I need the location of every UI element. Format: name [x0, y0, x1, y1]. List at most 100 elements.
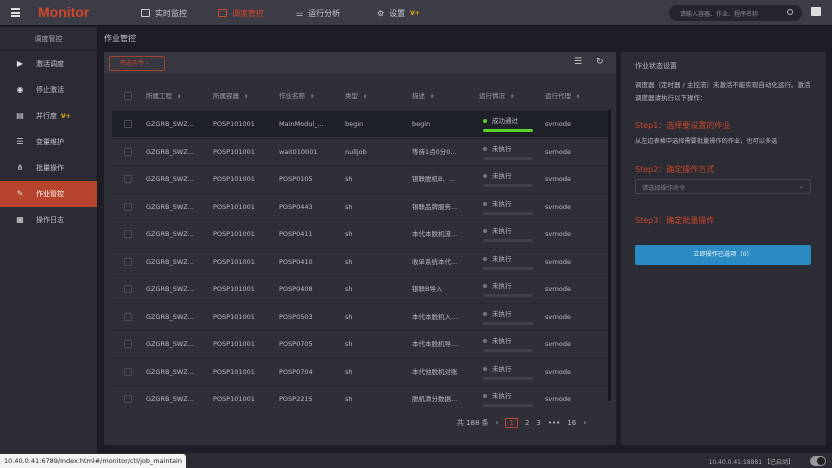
cell-agent: svrnode — [545, 340, 572, 348]
row-checkbox[interactable] — [124, 312, 132, 321]
nav-schedule-control[interactable]: 调度管控 — [218, 0, 264, 26]
header-project[interactable]: 所属工程 ⬍ — [146, 83, 181, 110]
row-checkbox[interactable] — [124, 395, 132, 403]
job-table-panel: 筛选条件 › ☰ ↻ 所属工程 ⬍ 所属容器 ⬍ 作业名称 ⬍ 类型 ⬍ 描述 ⬍ 运行情… — [104, 52, 616, 445]
cell-container: POSP101001 — [213, 395, 255, 403]
header-job-name[interactable]: 作业名称 ⬍ — [279, 83, 314, 110]
header-agent[interactable]: 运行代理 ⬍ — [545, 83, 580, 110]
table-row[interactable]: GZGRB_SWZ... POSP101001 POSP0503 sh 本代本脱机入..… — [112, 302, 608, 330]
run-status: 未执行 — [483, 390, 512, 400]
cell-desc: 银联脱机B、... — [412, 175, 456, 183]
header-container[interactable]: 所属容器 ⬍ — [213, 83, 248, 110]
app-logo[interactable]: Monitor — [38, 4, 89, 20]
page-16[interactable]: 16 — [567, 419, 576, 427]
cell-type: nulljob — [345, 147, 367, 156]
sidebar-item-job-control[interactable]: ✎ 作业管控 — [0, 181, 97, 207]
table-row[interactable]: GZGRB_SWZ... POSP101001 POSP0411 sh 本代本脱机流..… — [112, 220, 608, 247]
cell-agent: svrnode — [545, 175, 572, 183]
cell-type: sh — [345, 285, 353, 293]
cell-job: POSP0443 — [279, 202, 313, 211]
log-icon: ▦ — [16, 215, 24, 224]
cell-type: sh — [345, 312, 353, 321]
header-desc[interactable]: 描述 ⬍ — [412, 83, 434, 110]
row-checkbox[interactable] — [124, 175, 132, 183]
cell-desc: 本代本脱机导... — [412, 340, 458, 348]
table-header: 所属工程 ⬍ 所属容器 ⬍ 作业名称 ⬍ 类型 ⬍ 描述 ⬍ 运行情况 ⬍ 运行代理 ⬍ — [112, 83, 608, 110]
table-row[interactable]: GZGRB_SWZ... POSP101001 POSP0105 sh 银联脱机B、..… — [112, 165, 608, 192]
status-dot — [483, 311, 487, 316]
page-2[interactable]: 2 — [525, 419, 529, 427]
column-settings-icon[interactable]: ☰ — [574, 58, 583, 67]
analysis-icon: ⚍ — [296, 8, 304, 18]
execute-selected-button[interactable]: 立即操作已选项（0） — [635, 245, 811, 265]
server-toggle[interactable] — [810, 456, 826, 466]
progress-bar — [483, 349, 533, 352]
nav-run-analysis[interactable]: ⚍ 运行分析 — [296, 0, 340, 26]
sidebar-item-activate[interactable]: ▶ 激活调度 — [0, 51, 97, 77]
sidebar-item-stop[interactable]: ◉ 停止激活 — [0, 77, 97, 103]
table-row[interactable]: GZGRB_SWZ... POSP101001 POSP0408 sh 银联B导入 未执行… — [112, 275, 608, 302]
step1-note: 从左边表格中选择需要批量操作的作业，也可以多选 — [635, 138, 778, 145]
sidebar-item-batch[interactable]: ⋔ 批量操作 — [0, 155, 97, 181]
row-checkbox[interactable] — [124, 202, 132, 211]
header-type[interactable]: 类型 ⬍ — [345, 83, 367, 110]
hamburger-menu-icon[interactable] — [11, 8, 20, 17]
play-icon: ▶ — [16, 59, 24, 68]
table-row[interactable]: GZGRB_SWZ... POSP101001 POSP0443 sh 银联品牌服务..… — [112, 192, 608, 220]
cell-container: POSP101001 — [213, 230, 255, 238]
nav-realtime-monitor[interactable]: 实时监控 — [141, 0, 187, 26]
sidebar-item-parallel[interactable]: ▤ 并行度 V+ — [0, 103, 97, 129]
filter-button[interactable]: 筛选条件 › — [109, 56, 165, 71]
search-input[interactable]: 请输入容器、作业、程序名称 — [669, 5, 802, 21]
next-page-button[interactable]: › — [583, 419, 586, 427]
cell-agent: svrnode — [545, 367, 572, 376]
cell-desc: 本代本脱机流... — [412, 230, 458, 238]
run-status: 未执行 — [483, 308, 512, 318]
sort-icon: ⬍ — [576, 94, 581, 100]
nav-settings[interactable]: ⚙ 设置 V+ — [377, 0, 420, 26]
table-row[interactable]: GZGRB_SWZ... POSP101001 POSP0705 sh 本代本脱机导..… — [112, 330, 608, 357]
refresh-icon[interactable]: ↻ — [596, 58, 605, 67]
table-row[interactable]: GZGRB_SWZ... POSP101001 MainModul_... begin… — [112, 110, 608, 137]
batch-icon: ⋔ — [16, 163, 24, 172]
row-checkbox[interactable] — [124, 367, 132, 376]
table-row[interactable]: GZGRB_SWZ... POSP101001 wait010001 nulljob 等… — [112, 137, 608, 165]
message-icon[interactable] — [811, 7, 821, 16]
sidebar-item-logs[interactable]: ▦ 操作日志 — [0, 207, 97, 233]
status-dot — [483, 146, 487, 151]
table-scrollbar[interactable] — [608, 110, 611, 401]
cell-agent: svrnode — [545, 285, 572, 293]
cell-container: POSP101001 — [213, 285, 255, 293]
cell-job: POSP0408 — [279, 285, 313, 293]
page-ellipsis[interactable]: ••• — [548, 419, 560, 427]
cell-job: POSP0704 — [279, 367, 313, 376]
row-checkbox[interactable] — [124, 340, 132, 348]
table-row[interactable]: GZGRB_SWZ... POSP101001 POSP0704 sh 本代他脱机对账 未… — [112, 357, 608, 385]
select-all-checkbox[interactable] — [124, 92, 132, 100]
row-checkbox[interactable] — [124, 230, 132, 238]
row-checkbox[interactable] — [124, 285, 132, 293]
status-dot — [483, 339, 487, 343]
sort-icon: ⬍ — [430, 94, 435, 100]
prev-page-button[interactable]: ‹ — [496, 419, 499, 427]
top-bar: Monitor 实时监控 调度管控 ⚍ 运行分析 ⚙ 设置 V+ 请输入容器、作业、程… — [0, 0, 832, 26]
row-checkbox[interactable] — [124, 147, 132, 156]
table-row[interactable]: GZGRB_SWZ... POSP101001 POSP0410 sh 收单系统本代..… — [112, 247, 608, 275]
search-icon[interactable] — [787, 9, 793, 15]
header-status[interactable]: 运行情况 ⬍ — [479, 83, 514, 110]
sidebar-item-variables[interactable]: ☰ 变量维护 — [0, 129, 97, 155]
total-count: 共 188 条 — [456, 419, 489, 427]
cell-desc: 银联B导入 — [412, 285, 443, 293]
table-row[interactable]: GZGRB_SWZ... POSP101001 POSP2215 sh 脱机清分数据..… — [112, 385, 608, 412]
page-1[interactable]: 1 — [505, 418, 518, 428]
cell-project: GZGRB_SWZ... — [146, 367, 194, 376]
cell-job: MainModul_... — [279, 120, 324, 128]
progress-bar — [483, 376, 533, 380]
operation-select[interactable]: 请选择操作命令 ⌄ — [635, 179, 811, 194]
cell-type: sh — [345, 175, 353, 183]
row-checkbox[interactable] — [124, 257, 132, 266]
page-3[interactable]: 3 — [536, 419, 540, 427]
cell-container: POSP101001 — [213, 340, 255, 348]
row-checkbox[interactable] — [124, 120, 132, 128]
status-dot — [483, 394, 487, 398]
